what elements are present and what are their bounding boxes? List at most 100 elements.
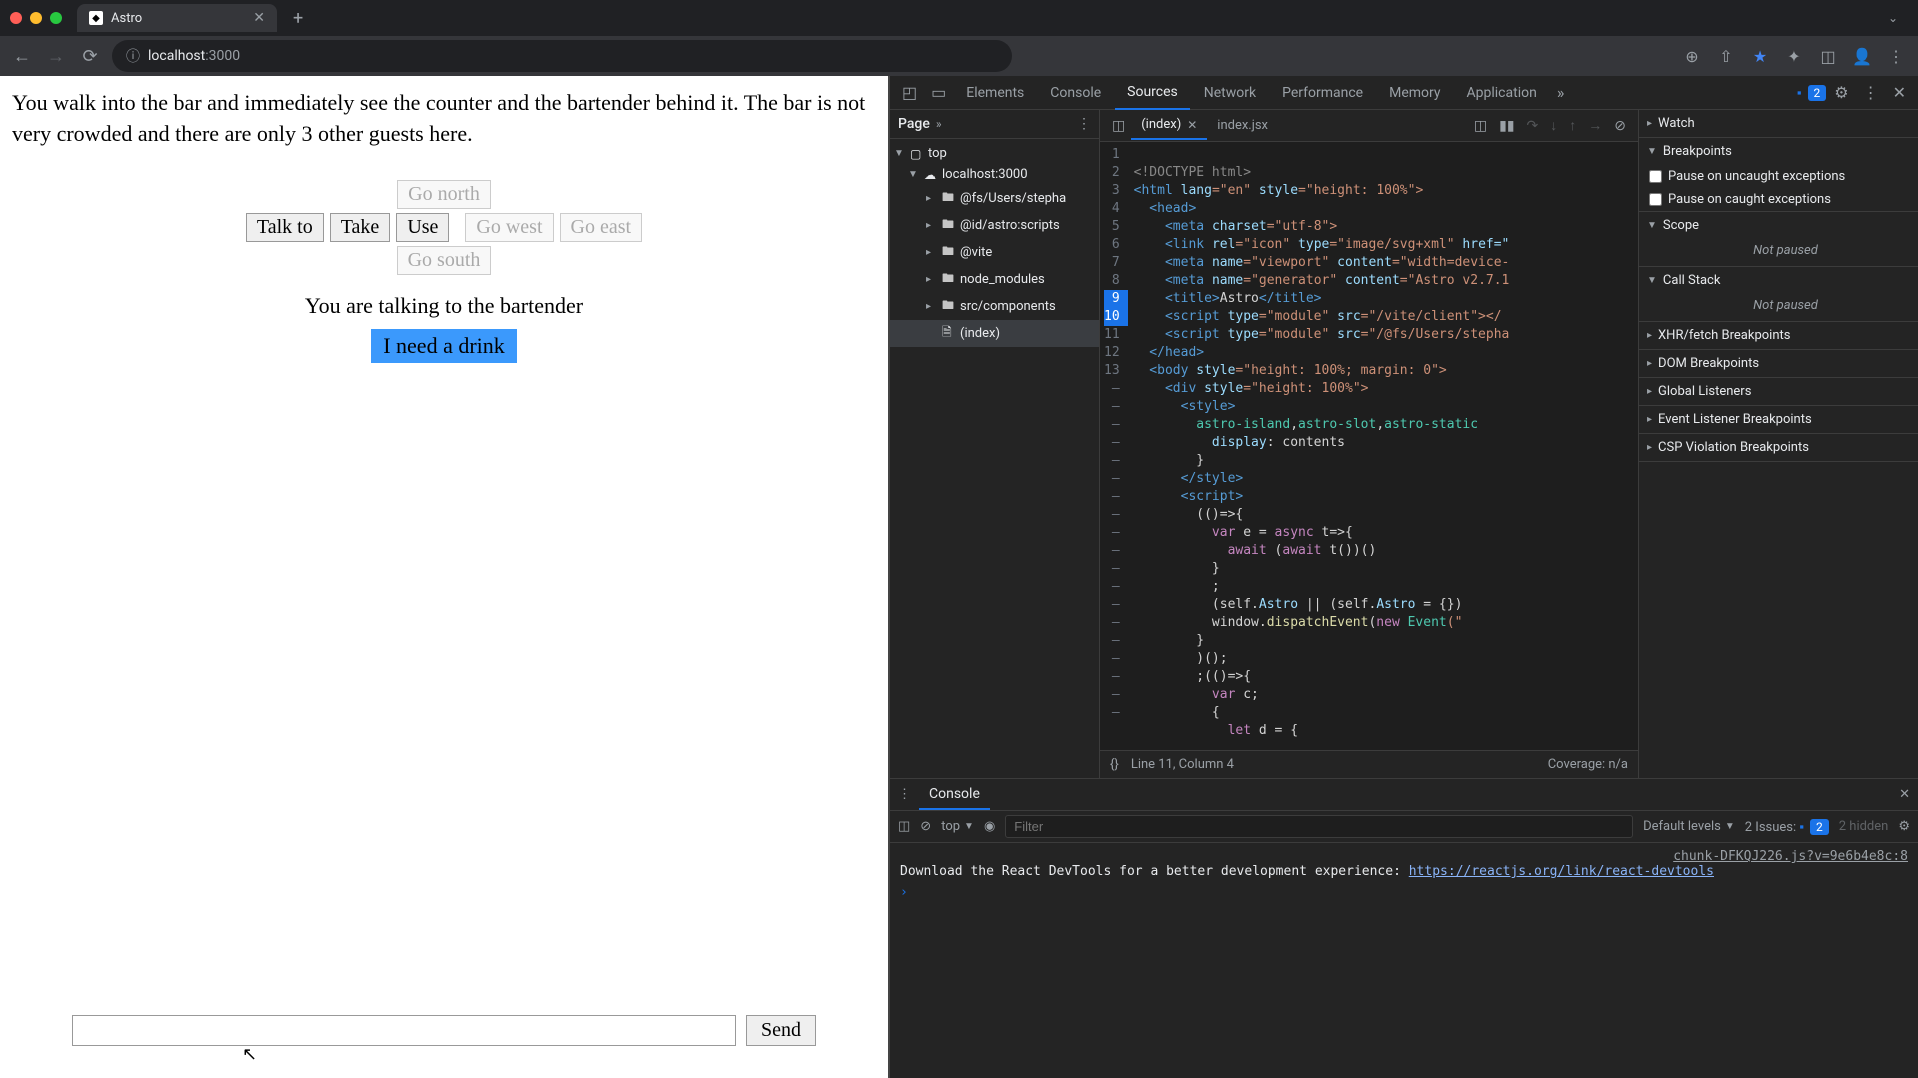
sidepanel-icon[interactable]: ◫ — [1816, 47, 1840, 66]
bookmark-icon[interactable]: ★ — [1748, 47, 1772, 66]
send-button[interactable]: Send — [746, 1015, 816, 1046]
command-input[interactable] — [72, 1015, 736, 1046]
global-listeners-section[interactable]: ▸Global Listeners — [1639, 378, 1918, 405]
clear-console-icon[interactable]: ⊘ — [920, 819, 931, 834]
more-tabs-icon[interactable]: » — [1551, 79, 1571, 106]
step-over-icon[interactable]: ↷ — [1521, 118, 1545, 134]
page-panel-label[interactable]: Page — [898, 116, 930, 132]
room-description: You walk into the bar and immediately se… — [12, 88, 876, 150]
tab-sources[interactable]: Sources — [1115, 76, 1190, 110]
settings-icon[interactable]: ⚙ — [1828, 79, 1854, 106]
reload-button[interactable]: ⟳ — [78, 46, 102, 67]
back-button[interactable]: ← — [10, 46, 34, 67]
devtools-menu-icon[interactable]: ⋮ — [1857, 79, 1885, 106]
toggle-navigator-icon[interactable]: ◫ — [1106, 118, 1131, 134]
use-button[interactable]: Use — [396, 213, 449, 242]
inspect-element-icon[interactable]: ◰ — [896, 79, 923, 106]
forward-button[interactable]: → — [44, 46, 68, 67]
menu-icon[interactable]: ⋮ — [1884, 47, 1908, 66]
console-link[interactable]: https://reactjs.org/link/react-devtools — [1409, 864, 1714, 879]
browser-tab[interactable]: ◆ Astro ✕ — [77, 4, 277, 32]
tab-performance[interactable]: Performance — [1270, 77, 1375, 109]
console-settings-icon[interactable]: ⚙ — [1898, 819, 1910, 834]
toggle-debugger-icon[interactable]: ◫ — [1468, 118, 1493, 134]
tree-folder[interactable]: ▸🖿@id/astro:scripts — [890, 212, 1099, 239]
callstack-section[interactable]: ▼Call Stack — [1639, 267, 1918, 294]
code-editor[interactable]: 12345678910111213––––––––––––––––––– <!D… — [1100, 142, 1638, 750]
context-selector[interactable]: top▼ — [941, 819, 974, 834]
tab-elements[interactable]: Elements — [954, 77, 1036, 109]
deactivate-breakpoints-icon[interactable]: ⊘ — [1608, 118, 1632, 134]
sources-panel: Page » ⋮ ▼▢top ▼☁localhost:3000 ▸🖿@fs/Us… — [890, 110, 1918, 778]
go-west-button[interactable]: Go west — [465, 213, 553, 242]
go-south-button[interactable]: Go south — [397, 246, 492, 275]
issues-summary[interactable]: 2 Issues: ▪2 — [1745, 819, 1829, 835]
console-body[interactable]: chunk-DFKQJ226.js?v=9e6b4e8c:8 Download … — [890, 843, 1918, 1078]
step-out-icon[interactable]: ↑ — [1563, 117, 1582, 134]
tree-host[interactable]: ▼☁localhost:3000 — [890, 164, 1099, 185]
tree-folder[interactable]: ▸🖿node_modules — [890, 266, 1099, 293]
step-icon[interactable]: → — [1582, 117, 1608, 134]
tree-top[interactable]: ▼▢top — [890, 143, 1099, 164]
editor-tab-index[interactable]: (index)✕ — [1131, 111, 1207, 140]
close-window-button[interactable] — [10, 12, 22, 24]
tab-title: Astro — [111, 11, 142, 26]
dom-breakpoints-section[interactable]: ▸DOM Breakpoints — [1639, 350, 1918, 377]
tree-folder[interactable]: ▸🖿@fs/Users/stepha — [890, 185, 1099, 212]
minimize-window-button[interactable] — [30, 12, 42, 24]
panel-chevron-icon[interactable]: » — [936, 117, 942, 131]
issues-indicator[interactable]: ▪2 — [1797, 85, 1826, 101]
tab-application[interactable]: Application — [1455, 77, 1549, 109]
url-input[interactable]: ⓘ localhost:3000 — [112, 40, 1012, 72]
profile-icon[interactable]: 👤 — [1850, 47, 1874, 66]
csp-breakpoints-section[interactable]: ▸CSP Violation Breakpoints — [1639, 434, 1918, 461]
watch-section[interactable]: ▸Watch — [1639, 110, 1918, 137]
log-levels-selector[interactable]: Default levels▼ — [1643, 819, 1735, 834]
step-into-icon[interactable]: ↓ — [1544, 117, 1563, 134]
breakpoints-section[interactable]: ▼Breakpoints — [1639, 138, 1918, 165]
extensions-icon[interactable]: ✦ — [1782, 47, 1806, 66]
navigator-menu-icon[interactable]: ⋮ — [1077, 116, 1091, 132]
tab-memory[interactable]: Memory — [1377, 77, 1452, 109]
device-toolbar-icon[interactable]: ▭ — [925, 79, 952, 106]
close-tab-button[interactable]: ✕ — [253, 10, 265, 26]
close-tab-icon[interactable]: ✕ — [1187, 118, 1197, 132]
console-prompt[interactable]: › — [900, 885, 1908, 900]
pause-caught-checkbox[interactable]: Pause on caught exceptions — [1639, 188, 1918, 211]
drawer-menu-icon[interactable]: ⋮ — [898, 787, 911, 802]
maximize-window-button[interactable] — [50, 12, 62, 24]
editor-tab-indexjsx[interactable]: index.jsx — [1207, 112, 1278, 139]
console-source-link[interactable]: chunk-DFKQJ226.js?v=9e6b4e8c:8 — [1673, 849, 1908, 864]
site-info-icon[interactable]: ⓘ — [126, 46, 140, 66]
go-north-button[interactable]: Go north — [397, 180, 491, 209]
tree-file-index[interactable]: 🗎(index) — [890, 320, 1099, 347]
take-button[interactable]: Take — [330, 213, 391, 242]
editor-area: ◫ (index)✕ index.jsx ◫ ▮▮ ↷ ↓ ↑ → ⊘ 1234… — [1100, 110, 1638, 778]
live-expression-icon[interactable]: ◉ — [984, 819, 995, 834]
tree-folder[interactable]: ▸🖿src/components — [890, 293, 1099, 320]
console-sidebar-toggle-icon[interactable]: ◫ — [898, 819, 910, 834]
scope-section[interactable]: ▼Scope — [1639, 212, 1918, 239]
address-bar: ← → ⟳ ⓘ localhost:3000 ⊕ ⇧ ★ ✦ ◫ 👤 ⋮ — [0, 36, 1918, 76]
console-filter-input[interactable] — [1005, 815, 1633, 838]
new-tab-button[interactable]: + — [285, 8, 311, 29]
editor-tabs: ◫ (index)✕ index.jsx ◫ ▮▮ ↷ ↓ ↑ → ⊘ — [1100, 110, 1638, 142]
go-east-button[interactable]: Go east — [560, 213, 643, 242]
tab-console[interactable]: Console — [1038, 77, 1113, 109]
console-drawer-tab[interactable]: Console — [919, 780, 990, 810]
close-drawer-icon[interactable]: ✕ — [1899, 787, 1910, 802]
xhr-breakpoints-section[interactable]: ▸XHR/fetch Breakpoints — [1639, 322, 1918, 349]
dialog-option[interactable]: I need a drink — [371, 329, 517, 363]
zoom-icon[interactable]: ⊕ — [1680, 47, 1704, 66]
pause-icon[interactable]: ▮▮ — [1493, 118, 1520, 134]
talk-to-button[interactable]: Talk to — [246, 213, 324, 242]
event-listener-breakpoints-section[interactable]: ▸Event Listener Breakpoints — [1639, 406, 1918, 433]
pause-uncaught-checkbox[interactable]: Pause on uncaught exceptions — [1639, 165, 1918, 188]
share-icon[interactable]: ⇧ — [1714, 47, 1738, 66]
pretty-print-icon[interactable]: {} — [1110, 757, 1119, 772]
console-toolbar: ◫ ⊘ top▼ ◉ Default levels▼ 2 Issues: ▪2 … — [890, 811, 1918, 843]
tab-list-button[interactable]: ⌄ — [1888, 11, 1898, 25]
close-devtools-icon[interactable]: ✕ — [1887, 79, 1912, 106]
tree-folder[interactable]: ▸🖿@vite — [890, 239, 1099, 266]
tab-network[interactable]: Network — [1192, 77, 1268, 109]
